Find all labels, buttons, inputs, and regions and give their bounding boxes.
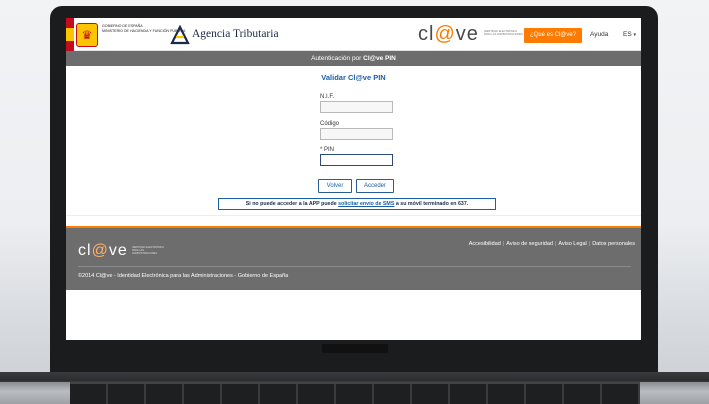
- spain-flag-strip: [66, 18, 74, 51]
- clave-logo-at: @: [434, 23, 456, 45]
- footer-clave-logo: cl@ve: [78, 242, 128, 260]
- footer-link-aviso-legal[interactable]: Aviso Legal: [558, 241, 586, 247]
- spain-coat-of-arms-icon: ♛: [76, 23, 98, 47]
- page-blank-area: [66, 290, 641, 340]
- codigo-field[interactable]: [320, 128, 393, 140]
- footer-link-aviso-seguridad[interactable]: Aviso de seguridad: [506, 241, 553, 247]
- page-title-prefix: Autenticación por: [311, 55, 364, 62]
- nif-label: N.I.F.: [320, 94, 335, 100]
- footer-link-accesibilidad[interactable]: Accesibilidad: [469, 241, 501, 247]
- sms-notice-text-before: Si no puede acceder a la APP puede: [245, 201, 339, 207]
- language-selector[interactable]: ES ▾: [623, 31, 636, 38]
- nif-field[interactable]: [320, 101, 393, 113]
- page-title-brand: Cl@ve PIN: [363, 55, 396, 62]
- help-link[interactable]: Ayuda: [590, 31, 608, 38]
- clave-logo-prefix: cl: [418, 23, 435, 45]
- sms-notice: Si no puede acceder a la APP puede solic…: [218, 198, 496, 210]
- footer-link-datos-personales[interactable]: Datos personales: [592, 241, 635, 247]
- pin-label: * PIN: [320, 147, 335, 153]
- chevron-down-icon: ▾: [633, 32, 636, 38]
- agencia-tributaria-name: Agencia Tributaria: [192, 28, 279, 40]
- clave-logo-suffix: ve: [455, 23, 479, 45]
- sms-notice-text-after: a su móvil terminado en 637.: [394, 201, 469, 207]
- pin-field[interactable]: [320, 154, 393, 166]
- footer-logo-at: @: [91, 242, 109, 259]
- footer-logo-subtitle: Identidad electrónica para las Administr…: [132, 246, 164, 255]
- content-divider: [66, 215, 641, 225]
- clave-logo[interactable]: cl@ve: [418, 24, 479, 44]
- language-code: ES: [623, 31, 632, 38]
- footer-link-separator: |: [502, 241, 505, 247]
- agencia-tributaria-icon: [170, 25, 190, 45]
- page-title-bar: Autenticación por Cl@ve PIN: [66, 51, 641, 66]
- laptop-hinge: [322, 344, 388, 353]
- footer-logo-suffix: ve: [108, 242, 128, 259]
- footer-link-separator: |: [588, 241, 591, 247]
- site-header: ♛ GOBIERNO DE ESPAÑA Ministerio de Hacie…: [66, 18, 641, 51]
- form-title: Validar Cl@ve PIN: [321, 73, 386, 82]
- solicitar-sms-link[interactable]: solicitar envío de SMS: [338, 201, 394, 207]
- codigo-label: Código: [320, 121, 340, 127]
- laptop-keyboard: [70, 382, 640, 404]
- browser-screen: ♛ GOBIERNO DE ESPAÑA Ministerio de Hacie…: [66, 18, 641, 340]
- footer-divider: [78, 266, 631, 267]
- acceder-button[interactable]: Acceder: [356, 179, 394, 193]
- footer-logo-prefix: cl: [78, 242, 92, 259]
- footer-links: Accesibilidad | Aviso de seguridad | Aviso L…: [469, 241, 635, 247]
- que-es-clave-button[interactable]: ¿Qué es Cl@ve?: [524, 28, 582, 43]
- footer-link-separator: |: [554, 241, 557, 247]
- site-footer: cl@ve Identidad electrónica para las Adm…: [66, 228, 641, 290]
- clave-logo-subtitle: Identidad electrónica para las Administr…: [484, 30, 523, 37]
- footer-copyright: ©2014 Cl@ve - Identidad Electrónica para…: [78, 273, 289, 279]
- volver-button[interactable]: Volver: [318, 179, 352, 193]
